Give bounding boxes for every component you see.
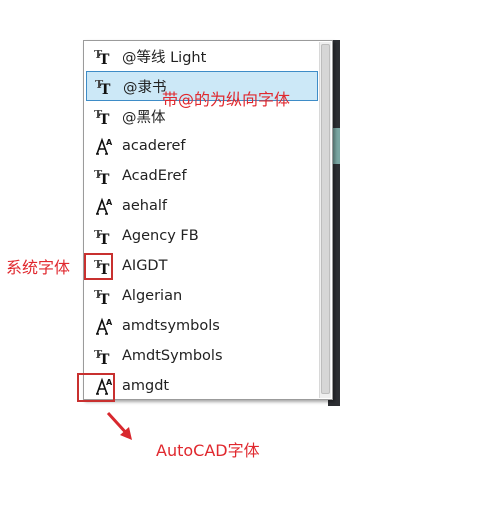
- truetype-font-icon: TT: [94, 47, 116, 68]
- font-name-label: AIGDT: [122, 258, 168, 274]
- svg-text:T: T: [99, 112, 110, 125]
- font-list-item[interactable]: Aamdtsymbols: [84, 311, 320, 341]
- scrollbar[interactable]: [319, 42, 331, 398]
- truetype-font-icon: TT: [94, 167, 116, 188]
- svg-text:A: A: [106, 198, 113, 207]
- font-list-item[interactable]: Aamgdt: [84, 371, 320, 401]
- font-list-item[interactable]: T T Algerian: [84, 281, 320, 311]
- vertical-font-annotation: 带@的为纵向字体: [162, 90, 291, 109]
- font-name-label: AcadEref: [122, 168, 187, 184]
- system-font-annotation: 系统字体: [6, 258, 71, 277]
- truetype-font-icon: TT: [94, 107, 116, 128]
- font-name-label: Algerian: [122, 288, 183, 304]
- autocad-font-annotation: AutoCAD字体: [156, 441, 260, 460]
- font-list-item[interactable]: T T Agency FB: [84, 221, 320, 251]
- autocad-shx-font-icon: A: [94, 137, 116, 155]
- font-name-label: @等线 Light: [122, 49, 207, 66]
- font-name-label: AmdtSymbols: [122, 348, 223, 364]
- truetype-font-icon: TT: [95, 77, 117, 98]
- svg-text:T: T: [99, 232, 110, 245]
- svg-text:T: T: [100, 82, 111, 95]
- svg-text:T: T: [99, 52, 110, 65]
- font-name-label: @黑体: [122, 109, 166, 126]
- font-list-item[interactable]: T T @等线 Light: [84, 41, 320, 71]
- arrow-annotation-icon: [106, 411, 132, 440]
- font-name-label: amgdt: [122, 378, 170, 394]
- font-list-item[interactable]: T T AIGDT: [84, 251, 320, 281]
- font-name-label: amdtsymbols: [122, 318, 220, 334]
- font-list-item[interactable]: Aaehalf: [84, 191, 320, 221]
- autocad-font-highlight-box: [77, 373, 115, 402]
- truetype-font-icon: TT: [94, 227, 116, 248]
- truetype-font-icon: TT: [94, 347, 116, 368]
- system-font-highlight-box: [84, 253, 113, 280]
- font-list-item[interactable]: Aacaderef: [84, 131, 320, 161]
- autocad-shx-font-icon: A: [94, 317, 116, 335]
- font-list-item[interactable]: T T AmdtSymbols: [84, 341, 320, 371]
- truetype-font-icon: TT: [94, 287, 116, 308]
- svg-text:T: T: [99, 172, 110, 185]
- font-list-item[interactable]: T T AcadEref: [84, 161, 320, 191]
- svg-text:T: T: [99, 292, 110, 305]
- scrollbar-thumb[interactable]: [321, 44, 330, 394]
- autocad-shx-font-icon: A: [94, 197, 116, 215]
- svg-text:T: T: [99, 352, 110, 365]
- svg-text:A: A: [106, 138, 113, 147]
- font-name-label: Agency FB: [122, 228, 199, 244]
- font-name-label: @隶书: [123, 79, 167, 96]
- font-name-label: aehalf: [122, 198, 168, 214]
- svg-text:A: A: [106, 318, 113, 327]
- font-name-label: acaderef: [122, 138, 186, 154]
